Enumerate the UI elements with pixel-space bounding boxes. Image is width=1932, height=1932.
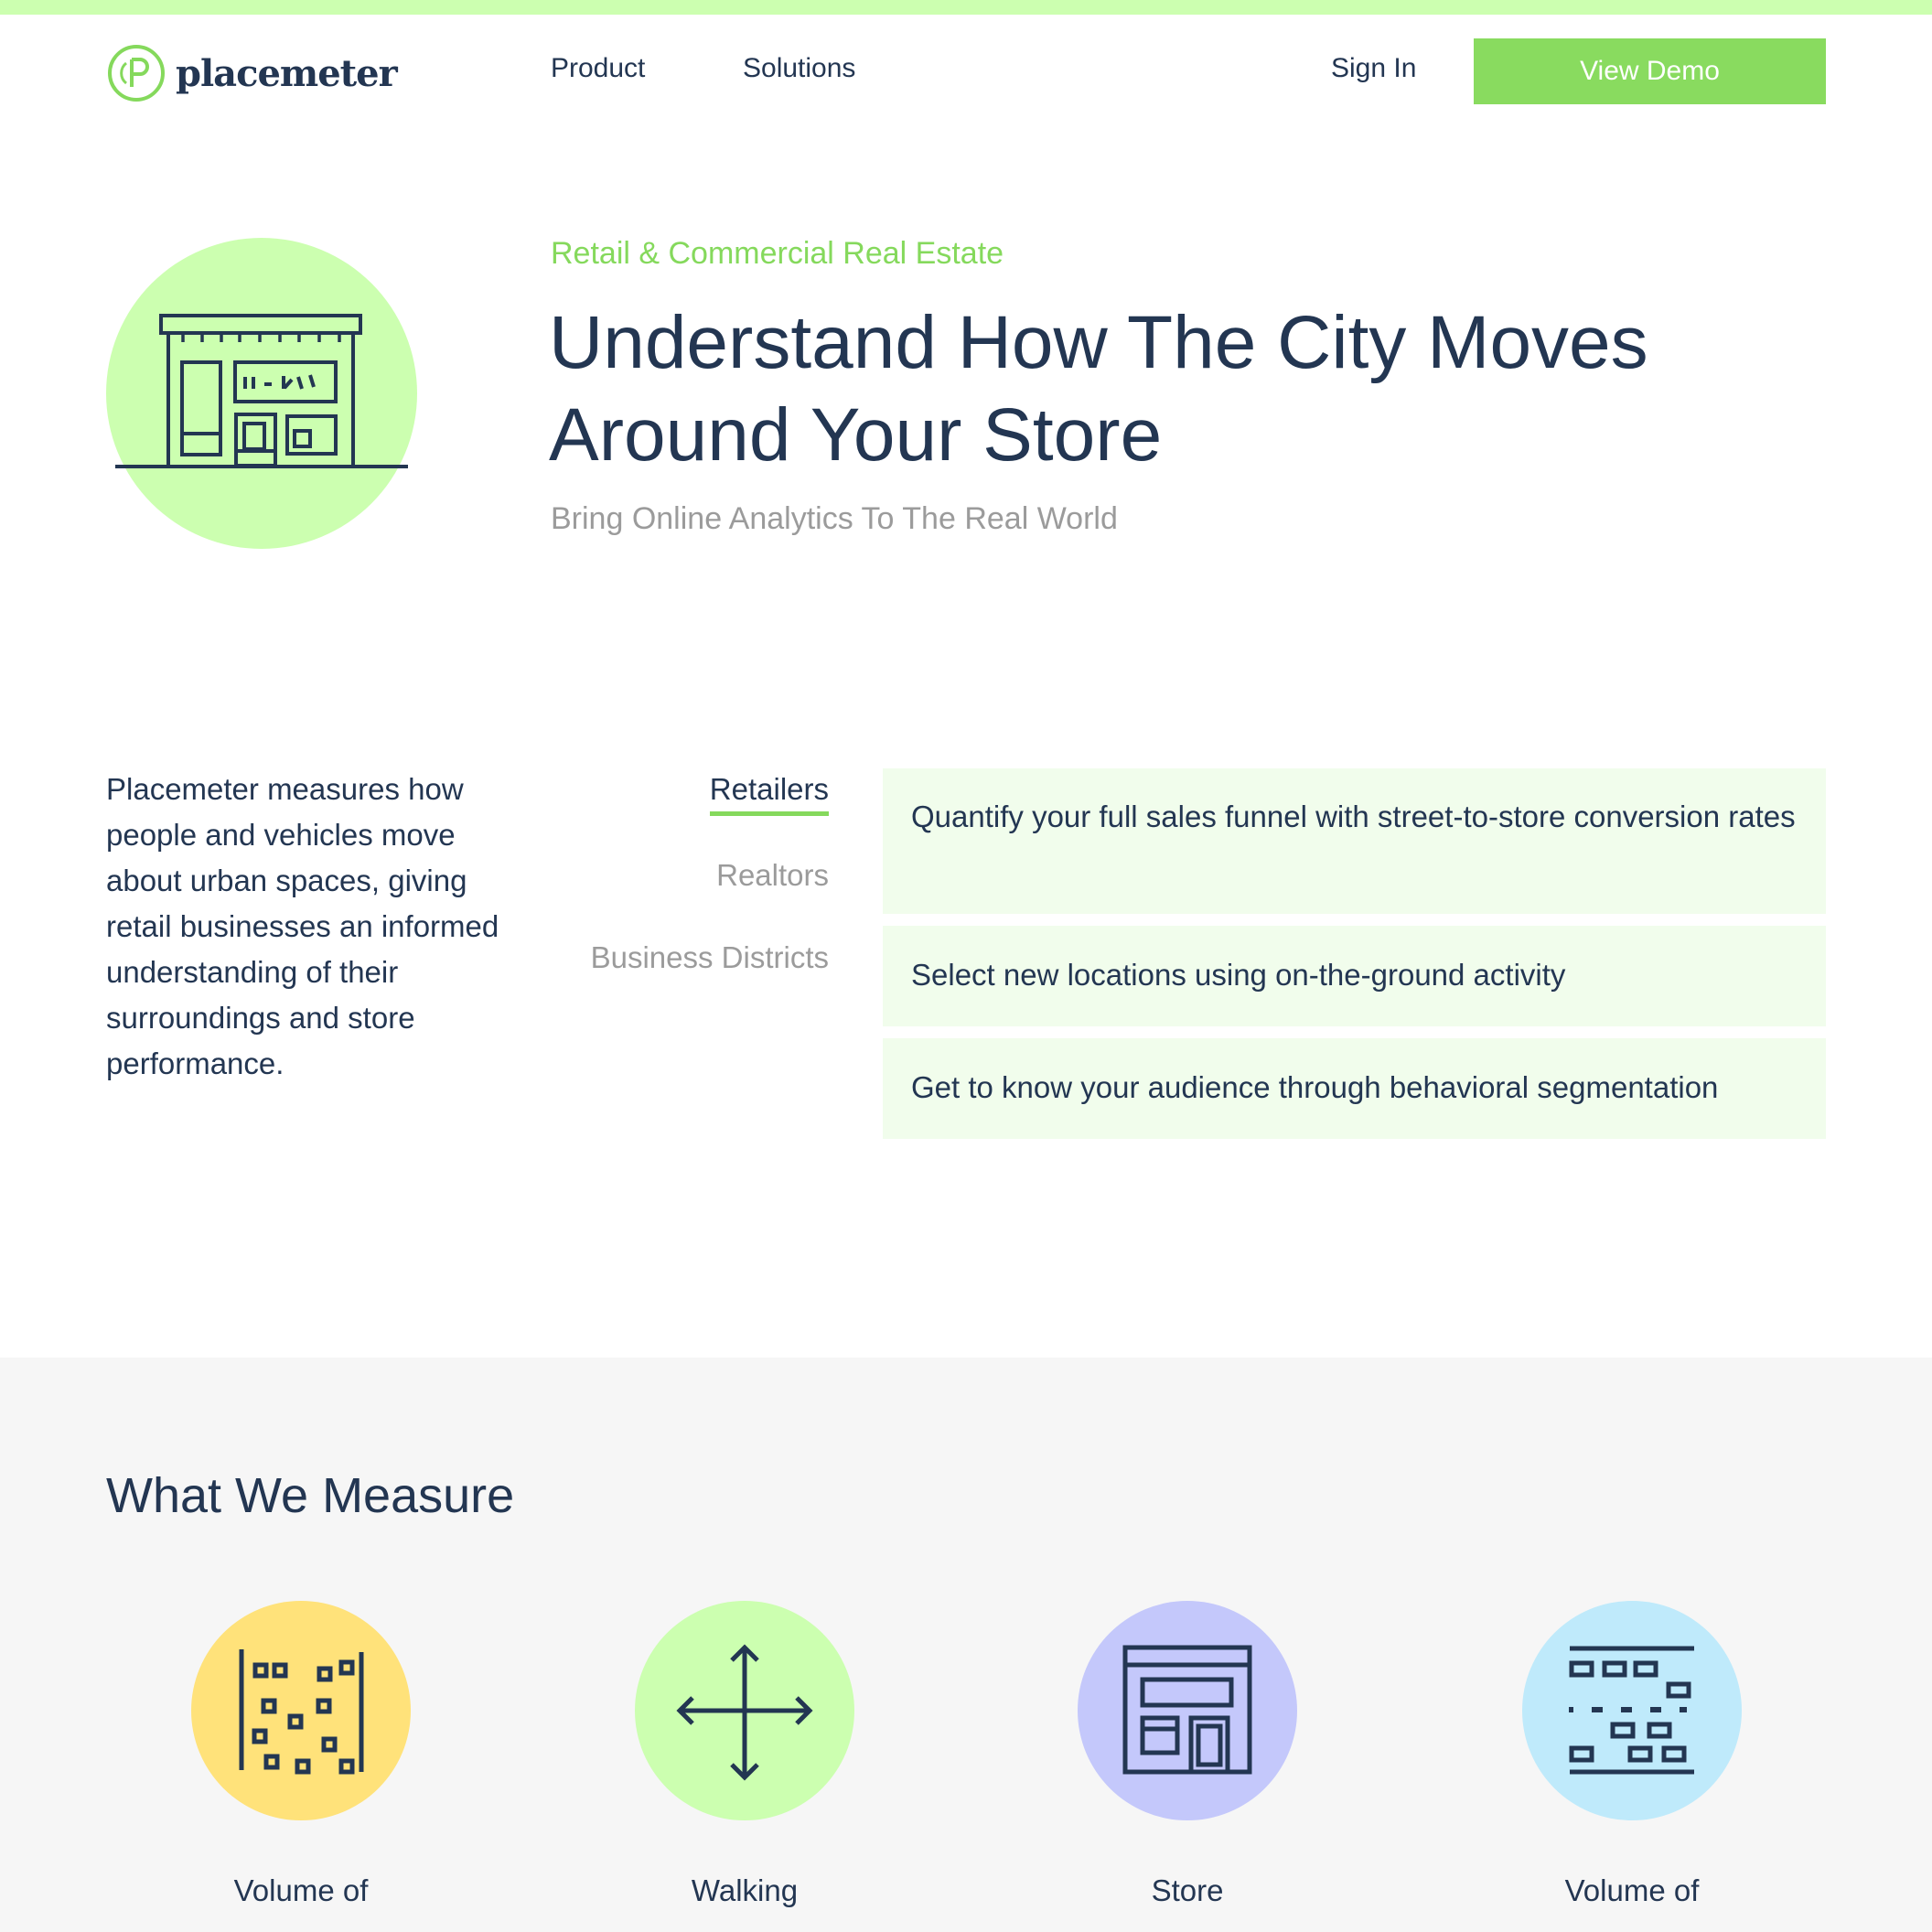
- measure-title: What We Measure: [106, 1468, 515, 1523]
- hero-headline-line1: Understand How The City Moves: [549, 301, 1648, 384]
- tab-realtors-label: Realtors: [716, 858, 829, 892]
- measure-item: Walking: [607, 1601, 882, 1908]
- nav-solutions[interactable]: Solutions: [743, 53, 855, 84]
- tab-business-districts-label: Business Districts: [590, 940, 829, 974]
- pedestrian-volume-icon: [239, 1649, 364, 1775]
- sign-in-link[interactable]: Sign In: [1331, 53, 1416, 84]
- hero-subtitle: Bring Online Analytics To The Real World: [551, 501, 1118, 536]
- vehicle-volume-icon: [1569, 1646, 1694, 1775]
- logo-text: placemeter: [176, 51, 398, 95]
- feature-card: Select new locations using on-the-ground…: [883, 926, 1826, 1026]
- intro-paragraph: Placemeter measures how people and vehic…: [106, 772, 499, 1080]
- measure-circle: [635, 1601, 854, 1820]
- walking-direction-icon: [676, 1644, 813, 1781]
- feature-list: Quantify your full sales funnel with str…: [883, 768, 1826, 1151]
- measure-item: Store: [1050, 1601, 1325, 1908]
- measure-item: Volume of: [1495, 1601, 1769, 1908]
- measure-circle: [1078, 1601, 1297, 1820]
- hero-headline: Understand How The City Moves Around You…: [549, 296, 1848, 481]
- tab-retailers-label: Retailers: [709, 769, 829, 816]
- tab-realtors[interactable]: Realtors: [549, 853, 829, 898]
- measure-label: Volume of: [1564, 1873, 1700, 1907]
- storefront-icon: [115, 314, 408, 468]
- feature-card: Quantify your full sales funnel with str…: [883, 768, 1826, 914]
- tab-retailers[interactable]: Retailers: [549, 767, 829, 816]
- logo-link[interactable]: placemeter: [106, 42, 398, 104]
- measure-circle: [1522, 1601, 1742, 1820]
- measure-item: Volume of: [164, 1601, 438, 1908]
- measure-label: Walking: [691, 1873, 799, 1907]
- measure-label: Store: [1151, 1873, 1224, 1907]
- audience-tabs: Retailers Realtors Business Districts: [549, 767, 829, 1017]
- feature-card: Get to know your audience through behavi…: [883, 1038, 1826, 1139]
- tab-business-districts[interactable]: Business Districts: [549, 935, 829, 981]
- view-demo-button[interactable]: View Demo: [1474, 38, 1826, 104]
- nav-product[interactable]: Product: [551, 53, 645, 84]
- placemeter-logo-icon: [108, 45, 165, 102]
- hero-eyebrow: Retail & Commercial Real Estate: [551, 236, 1004, 271]
- hero-headline-line2: Around Your Store: [549, 393, 1163, 477]
- measure-label: Volume of: [233, 1873, 369, 1907]
- store-front-icon: [1122, 1645, 1252, 1775]
- measure-circle: [191, 1601, 411, 1820]
- top-accent-bar: [0, 0, 1932, 15]
